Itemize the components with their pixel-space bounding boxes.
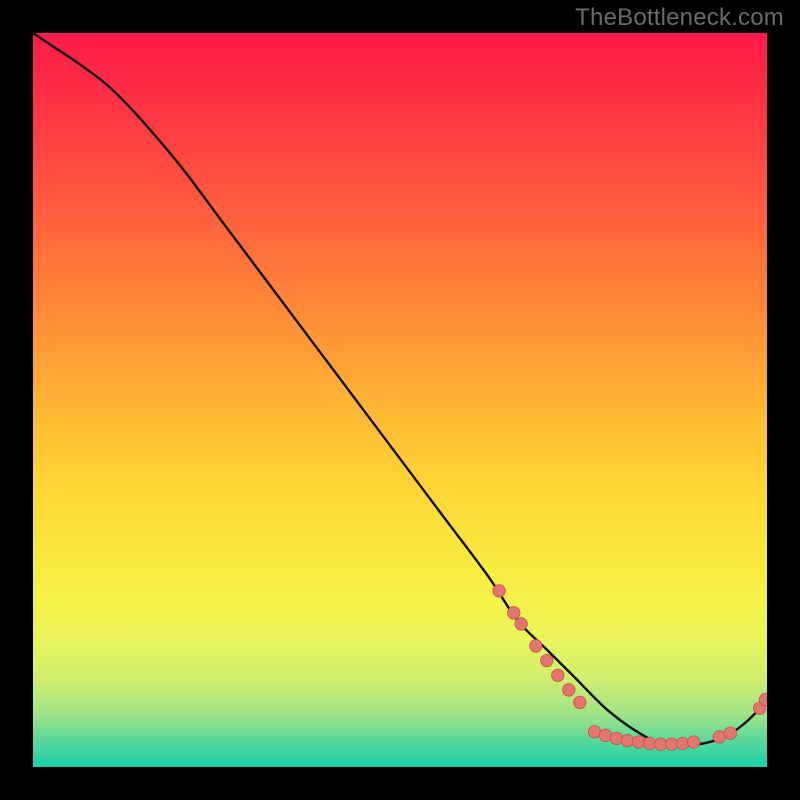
data-marker — [643, 737, 655, 749]
data-marker — [687, 736, 699, 748]
data-marker — [665, 738, 677, 750]
data-marker — [552, 669, 564, 681]
data-marker — [508, 607, 520, 619]
plot-area — [33, 33, 767, 767]
data-marker — [588, 726, 600, 738]
markers-group — [493, 585, 767, 751]
data-marker — [563, 684, 575, 696]
data-marker — [713, 731, 725, 743]
data-marker — [724, 727, 736, 739]
data-marker — [621, 734, 633, 746]
chart-frame: TheBottleneck.com — [0, 0, 800, 800]
chart-svg — [33, 33, 767, 767]
data-marker — [574, 696, 586, 708]
data-marker — [610, 732, 622, 744]
data-marker — [493, 585, 505, 597]
data-marker — [632, 736, 644, 748]
data-marker — [599, 729, 611, 741]
watermark-text: TheBottleneck.com — [575, 4, 784, 32]
data-marker — [676, 737, 688, 749]
data-marker — [515, 618, 527, 630]
curve-line — [33, 33, 767, 746]
data-marker — [654, 738, 666, 750]
data-marker — [541, 654, 553, 666]
data-marker — [530, 640, 542, 652]
